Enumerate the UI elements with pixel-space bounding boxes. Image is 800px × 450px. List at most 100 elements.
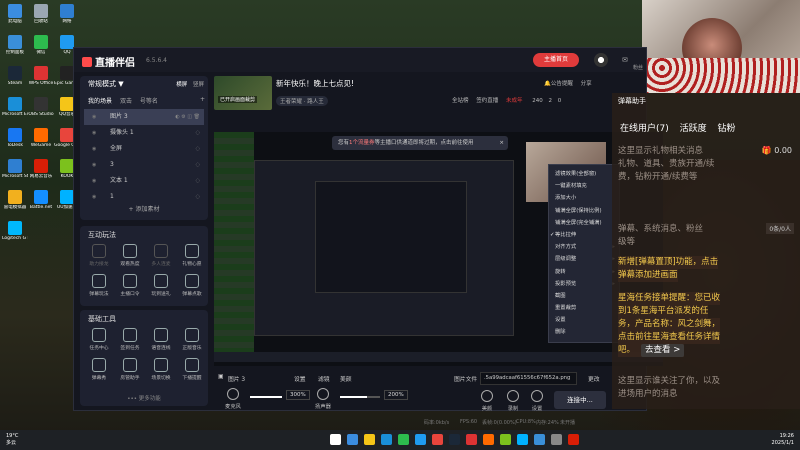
tool-button[interactable]: 弹幕点歌	[177, 272, 207, 302]
source-actions-icon[interactable]: ◌	[196, 141, 200, 157]
tool-button[interactable]: 主播口令	[115, 272, 145, 302]
taskbar-app-icon[interactable]	[517, 434, 528, 445]
desktop-icon[interactable]: 回收站	[28, 2, 54, 32]
source-item[interactable]: ◉ 图片 3 ◐ ⚙ ◫ 🗑	[84, 109, 204, 125]
tool-button[interactable]: 场景切换	[146, 356, 176, 386]
context-menu-item[interactable]: 重置裁剪	[549, 302, 619, 314]
stream-preview[interactable]: 您有1个流量券等主播口供通道即将过期，点击前往使用 × 滤镜效果(全部窗) 一键素…	[214, 132, 663, 366]
source-item[interactable]: ◉ 全屏 ◌	[84, 141, 204, 157]
taskbar-app-icon[interactable]	[415, 434, 426, 445]
eye-icon[interactable]: ◉	[92, 157, 96, 173]
context-menu-item[interactable]: 删除	[549, 326, 619, 338]
eye-icon[interactable]: ◉	[92, 125, 96, 141]
desktop-icon[interactable]: 微信	[28, 33, 54, 63]
taskbar-app-icon[interactable]	[551, 434, 562, 445]
tool-button[interactable]: 任务中心	[84, 326, 114, 356]
room-thumbnail[interactable]: 已开启画面裁剪	[214, 76, 272, 110]
layer-beauty-button[interactable]: 美颜	[340, 374, 352, 383]
tab-activity[interactable]: 活跃度	[680, 124, 707, 134]
tool-button[interactable]: 下播提醒	[177, 356, 207, 386]
room-category[interactable]: 王者荣耀 · 路人王	[276, 96, 328, 106]
start-live-button[interactable]: 连接中...	[554, 391, 606, 409]
context-menu-item[interactable]: 投影预览▸	[549, 278, 619, 290]
speaker-volume[interactable]: 200%	[384, 390, 408, 400]
context-menu-item[interactable]: 添加大小	[549, 192, 619, 204]
mode-selector[interactable]: 常规模式 ▼	[88, 79, 124, 89]
taskbar-app-icon[interactable]	[364, 434, 375, 445]
desktop-icon[interactable]: Steam	[2, 64, 28, 94]
tool-button[interactable]: 房管助手	[115, 356, 145, 386]
desktop-icon[interactable]: ToDesk	[2, 126, 28, 156]
tool-button[interactable]: 签到任务	[115, 326, 145, 356]
mic-volume[interactable]: 300%	[286, 390, 310, 400]
desktop-icon[interactable]: WeGame	[28, 126, 54, 156]
taskbar-app-icon[interactable]	[330, 434, 341, 445]
contract-button[interactable]: 签约直播	[476, 98, 498, 104]
eye-icon[interactable]: ◉	[92, 173, 96, 189]
tab-my-scene[interactable]: 我的场景	[88, 98, 112, 105]
context-menu-item[interactable]: 铺满全屏(保持比例)	[549, 205, 619, 217]
context-menu-item[interactable]: 层级调整▸	[549, 253, 619, 265]
source-item[interactable]: ◉ 3 ◌	[84, 157, 204, 173]
context-menu-item[interactable]: 旋转▸	[549, 266, 619, 278]
orientation-landscape[interactable]: 横屏	[176, 82, 187, 88]
room-title[interactable]: 新年快乐！晚上七点见!	[276, 78, 354, 89]
source-actions-icon[interactable]: ◌	[196, 125, 200, 141]
mic-control[interactable]: 麦克风	[220, 388, 246, 410]
tool-button[interactable]: 语音连线	[146, 326, 176, 356]
goto-task-button[interactable]: 去查看 >	[641, 344, 685, 357]
desktop-icon[interactable]: 网易云音乐	[28, 157, 54, 187]
source-actions-icon[interactable]: ◐ ⚙ ◫ 🗑	[175, 109, 200, 125]
eye-icon[interactable]: ◉	[92, 189, 96, 205]
site-rank-button[interactable]: 全站榜	[452, 98, 469, 104]
eye-icon[interactable]: ◉	[92, 141, 96, 157]
announce-button[interactable]: 公告提醒	[551, 81, 573, 87]
minor-badge[interactable]: 未成年	[506, 98, 523, 104]
taskbar-clock[interactable]: 19:26 2025/1/1	[772, 433, 794, 447]
tool-button[interactable]: 弹幕玩法	[84, 272, 114, 302]
weather-widget[interactable]: 19°C 多云	[6, 433, 18, 447]
desktop-icon[interactable]: 控制面板	[2, 33, 28, 63]
desktop-icon[interactable]: 雷电模拟器	[2, 188, 28, 218]
taskbar-app-icon[interactable]	[347, 434, 358, 445]
tool-button[interactable]: 多人连麦	[146, 242, 176, 272]
speaker-control[interactable]: 扬声器	[310, 388, 336, 410]
source-item[interactable]: ◉ 摄像头 1 ◌	[84, 125, 204, 141]
image-file-input[interactable]: .5a99adcaaf61556c67f652a.png	[480, 372, 577, 385]
desktop-icon[interactable]: 网络	[54, 2, 80, 32]
taskbar-app-icon[interactable]	[534, 434, 545, 445]
taskbar-app-icon[interactable]	[432, 434, 443, 445]
tab-other[interactable]: 号等名	[140, 98, 158, 105]
beauty-button[interactable]: 美颜	[476, 390, 498, 412]
more-functions-button[interactable]: ••• 更多功能	[80, 394, 208, 402]
tool-button[interactable]: 弹幕秀	[84, 356, 114, 386]
orientation-portrait[interactable]: 竖屏	[193, 82, 204, 88]
mic-slider[interactable]	[250, 396, 282, 398]
message-icon[interactable]: ✉	[622, 56, 628, 64]
layer-filter-button[interactable]: 滤镜	[318, 374, 330, 383]
context-menu-item[interactable]: 一键素材填充	[549, 180, 619, 192]
taskbar-app-icon[interactable]	[500, 434, 511, 445]
context-menu-item[interactable]: 铺满全屏(完全铺满)	[549, 217, 619, 229]
tool-button[interactable]: 玩到送礼	[146, 272, 176, 302]
tool-button[interactable]: 礼物心愿	[177, 242, 207, 272]
user-avatar[interactable]	[594, 53, 608, 67]
speaker-slider[interactable]	[340, 396, 380, 398]
settings-button[interactable]: 设置	[526, 390, 548, 412]
taskbar-app-icon[interactable]	[483, 434, 494, 445]
taskbar-app-icon[interactable]	[381, 434, 392, 445]
taskbar-app-icon[interactable]	[466, 434, 477, 445]
share-button[interactable]: 分享	[581, 81, 592, 87]
eye-icon[interactable]: ◉	[92, 109, 96, 125]
toast-close-icon[interactable]: ×	[499, 136, 504, 150]
source-item[interactable]: ◉ 文本 1 ◌	[84, 173, 204, 189]
tool-button[interactable]: 观看热度	[115, 242, 145, 272]
desktop-icon[interactable]: Microsoft Edge	[2, 95, 28, 125]
context-menu-item[interactable]: 截图	[549, 290, 619, 302]
context-menu-item[interactable]: 滤镜效果(全部窗)	[549, 168, 619, 180]
tool-button[interactable]: 助力接龙	[84, 242, 114, 272]
tab-online-users[interactable]: 在线用户(7)	[620, 124, 669, 134]
streamer-home-button[interactable]: 主播首页	[533, 53, 579, 67]
source-actions-icon[interactable]: ◌	[196, 189, 200, 205]
layer-settings-button[interactable]: 设置	[294, 374, 306, 383]
